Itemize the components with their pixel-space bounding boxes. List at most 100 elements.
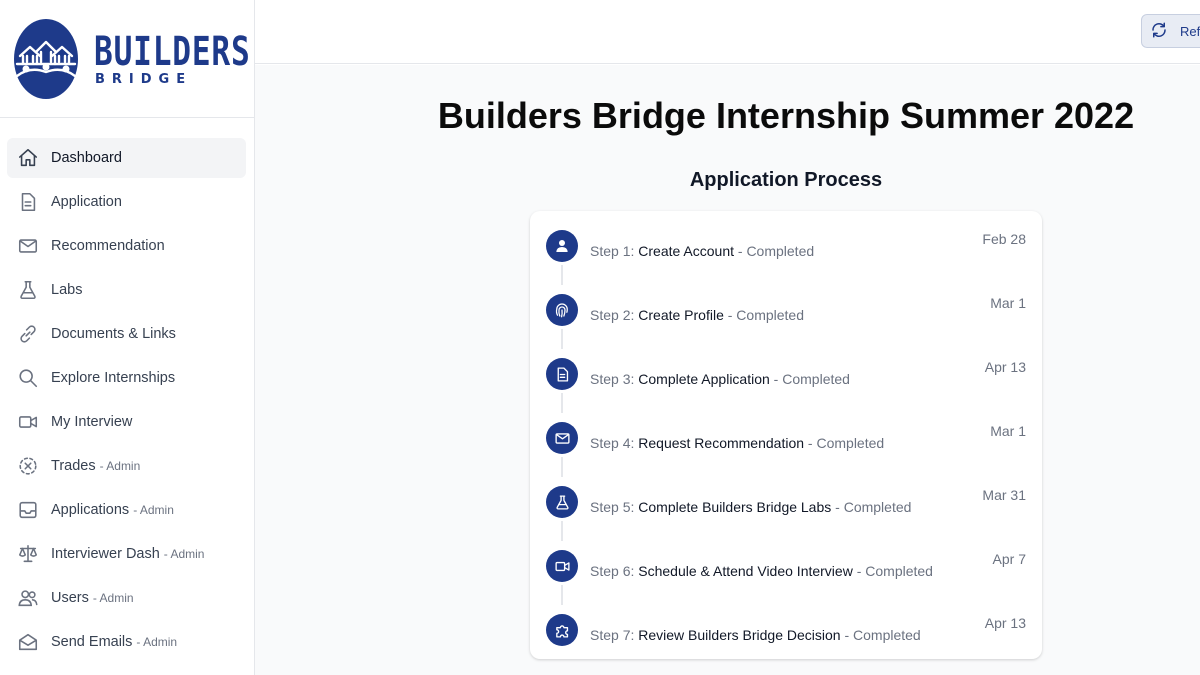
step-name: Complete Builders Bridge Labs [638, 499, 832, 515]
step-item-5[interactable]: Step 5: Complete Builders Bridge Labs - … [546, 485, 1026, 519]
sidebar-item-label: Labs [51, 282, 83, 298]
step-prefix: Step 6: [590, 563, 639, 579]
video-icon [546, 550, 578, 582]
step-status: - Completed [723, 307, 805, 323]
mail-icon [546, 422, 578, 454]
step-text: Step 3: Complete Application - Completed [590, 371, 850, 387]
inbox-icon [17, 499, 39, 521]
link-icon [17, 323, 39, 345]
sidebar-item-explore-internships[interactable]: Explore Internships [7, 358, 246, 398]
sidebar-item-documents-links[interactable]: Documents & Links [7, 314, 246, 354]
step-prefix: Step 4: [590, 435, 639, 451]
step-item-6[interactable]: Step 6: Schedule & Attend Video Intervie… [546, 549, 1026, 583]
user-icon [546, 230, 578, 262]
step-status: - Completed [852, 563, 933, 579]
step-date: Apr 13 [984, 359, 1026, 375]
step-connector [561, 329, 563, 349]
step-date: Apr 7 [992, 551, 1026, 567]
refresh-button[interactable]: Refresh [1141, 14, 1200, 48]
admin-suffix: - Admin [99, 459, 141, 473]
page-title: Builders Bridge Internship Summer 2022 [437, 95, 1135, 136]
mail-icon [17, 235, 39, 257]
step-prefix: Step 3: [590, 371, 639, 387]
sidebar-item-label: Recommendation [51, 238, 165, 254]
step-prefix: Step 1: [590, 243, 639, 259]
step-name: Complete Application [638, 371, 770, 387]
sidebar-item-label: Applications [51, 502, 130, 518]
step-item-2[interactable]: Step 2: Create Profile - Completed Mar 1 [546, 293, 1026, 327]
sidebar-nav: Dashboard Application Recommendation Lab… [0, 118, 254, 662]
step-connector [561, 521, 563, 541]
step-date: Mar 1 [990, 295, 1026, 311]
step-name: Review Builders Bridge Decision [638, 627, 841, 643]
scale-icon [17, 543, 39, 565]
sidebar-item-labs[interactable]: Labs [7, 270, 246, 310]
step-status: - Completed [804, 435, 885, 451]
step-text: Step 5: Complete Builders Bridge Labs - … [590, 499, 911, 515]
section-title: Application Process [689, 169, 883, 191]
sidebar-item-users[interactable]: Users - Admin [7, 578, 246, 618]
sidebar-item-label: Application [51, 194, 122, 210]
sidebar-item-my-interview[interactable]: My Interview [7, 402, 246, 442]
step-date: Mar 1 [990, 423, 1026, 439]
variable-icon [17, 455, 39, 477]
brand-logo-icon [14, 18, 78, 99]
step-date: Apr 13 [984, 615, 1026, 631]
step-text: Step 2: Create Profile - Completed [590, 307, 804, 323]
step-text: Step 6: Schedule & Attend Video Intervie… [590, 563, 933, 579]
video-icon [17, 411, 39, 433]
sidebar-item-label: Trades [51, 458, 96, 474]
document-icon [546, 358, 578, 390]
step-status: - Completed [734, 243, 815, 259]
step-prefix: Step 5: [590, 499, 639, 515]
step-connector [561, 265, 563, 285]
brand-name: BUILDERS [94, 29, 251, 75]
step-name: Request Recommendation [638, 435, 805, 451]
step-connector [561, 457, 563, 477]
step-text: Step 4: Request Recommendation - Complet… [590, 435, 884, 451]
home-icon [17, 147, 39, 169]
document-icon [17, 191, 39, 213]
refresh-icon [1150, 21, 1168, 42]
step-item-1[interactable]: Step 1: Create Account - Completed Feb 2… [546, 229, 1026, 263]
step-item-7[interactable]: Step 7: Review Builders Bridge Decision … [546, 613, 1026, 647]
step-name: Create Profile [638, 307, 724, 323]
step-item-3[interactable]: Step 3: Complete Application - Completed… [546, 357, 1026, 391]
step-status: - Completed [769, 371, 850, 387]
admin-suffix: - Admin [133, 503, 174, 517]
admin-suffix: - Admin [136, 635, 178, 649]
puzzle-icon [546, 614, 578, 646]
sidebar-item-label: Dashboard [51, 150, 122, 166]
sidebar-item-send-emails[interactable]: Send Emails - Admin [7, 622, 246, 662]
step-text: Step 1: Create Account - Completed [590, 243, 814, 259]
beaker-icon [17, 279, 39, 301]
application-steps-card: Step 1: Create Account - Completed Feb 2… [530, 211, 1042, 659]
step-date: Mar 31 [982, 487, 1026, 503]
mail-open-icon [17, 631, 39, 653]
sidebar-item-label: Interviewer Dash [51, 546, 160, 562]
sidebar-item-label: Send Emails [51, 634, 133, 650]
sidebar-item-application[interactable]: Application [7, 182, 246, 222]
logo-area[interactable]: BUILDERS BRIDGE [0, 0, 254, 118]
step-name: Create Account [638, 243, 734, 259]
sidebar-item-trades[interactable]: Trades - Admin [7, 446, 246, 486]
sidebar-item-applications[interactable]: Applications - Admin [7, 490, 246, 530]
refresh-label: Refresh [1180, 23, 1200, 39]
step-status: - Completed [831, 499, 912, 515]
admin-suffix: - Admin [163, 547, 205, 561]
step-text: Step 7: Review Builders Bridge Decision … [590, 627, 921, 643]
sidebar-item-label: Explore Internships [51, 370, 176, 386]
sidebar-item-interviewer-dash[interactable]: Interviewer Dash - Admin [7, 534, 246, 574]
sidebar-item-recommendation[interactable]: Recommendation [7, 226, 246, 266]
main-content: Builders Bridge Internship Summer 2022 A… [255, 65, 1200, 675]
app-root: BUILDERS BRIDGE Dashboard Application Re… [0, 0, 1200, 675]
step-status: - Completed [840, 627, 921, 643]
fingerprint-icon [546, 294, 578, 326]
search-icon [17, 367, 39, 389]
step-prefix: Step 2: [590, 307, 639, 323]
sidebar-item-label: My Interview [51, 414, 133, 430]
step-prefix: Step 7: [590, 627, 639, 643]
sidebar-item-dashboard[interactable]: Dashboard [7, 138, 246, 178]
users-icon [17, 587, 39, 609]
step-item-4[interactable]: Step 4: Request Recommendation - Complet… [546, 421, 1026, 455]
